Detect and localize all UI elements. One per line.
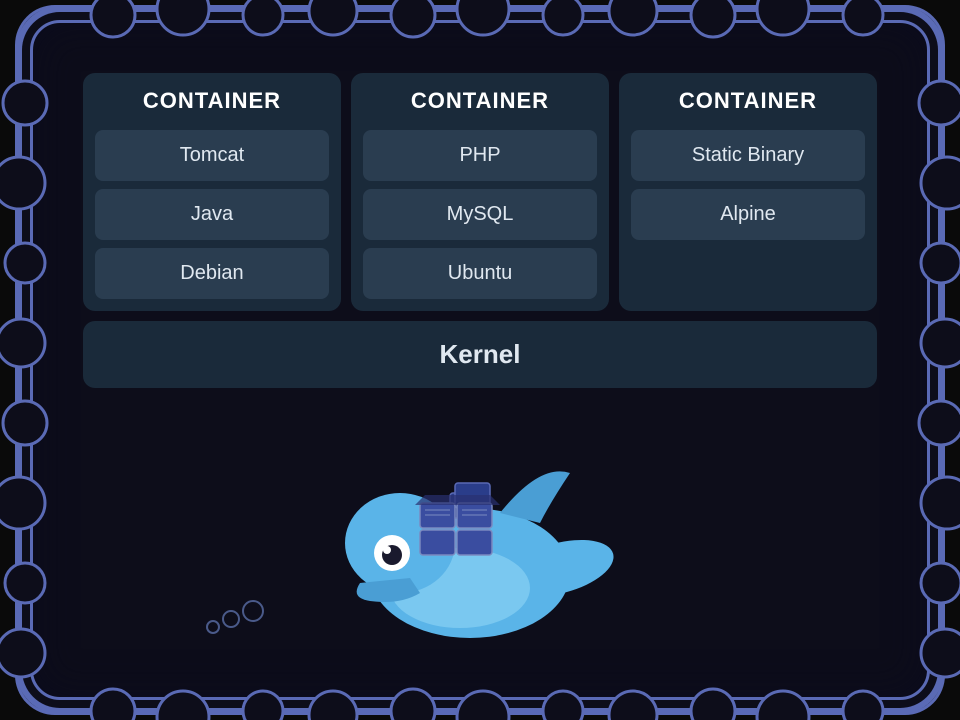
container-3: CONTAINER Static Binary Alpine (619, 73, 877, 311)
container-1-label: CONTAINER (95, 88, 329, 114)
service-mysql: MySQL (363, 189, 597, 240)
service-ubuntu: Ubuntu (363, 248, 597, 299)
container-1: CONTAINER Tomcat Java Debian (83, 73, 341, 311)
content-area: CONTAINER Tomcat Java Debian CONTAINER P… (83, 73, 877, 667)
service-alpine: Alpine (631, 189, 865, 240)
service-debian: Debian (95, 248, 329, 299)
service-php: PHP (363, 130, 597, 181)
service-static-binary: Static Binary (631, 130, 865, 181)
bottom-section (83, 398, 877, 667)
container-2: CONTAINER PHP MySQL Ubuntu (351, 73, 609, 311)
container-2-label: CONTAINER (363, 88, 597, 114)
service-java: Java (95, 189, 329, 240)
bubbles (203, 597, 283, 637)
docker-whale (340, 423, 620, 643)
container-3-label: CONTAINER (631, 88, 865, 114)
main-panel: CONTAINER Tomcat Java Debian CONTAINER P… (30, 20, 930, 700)
kernel-bar: Kernel (83, 321, 877, 388)
containers-row: CONTAINER Tomcat Java Debian CONTAINER P… (83, 73, 877, 311)
service-tomcat: Tomcat (95, 130, 329, 181)
